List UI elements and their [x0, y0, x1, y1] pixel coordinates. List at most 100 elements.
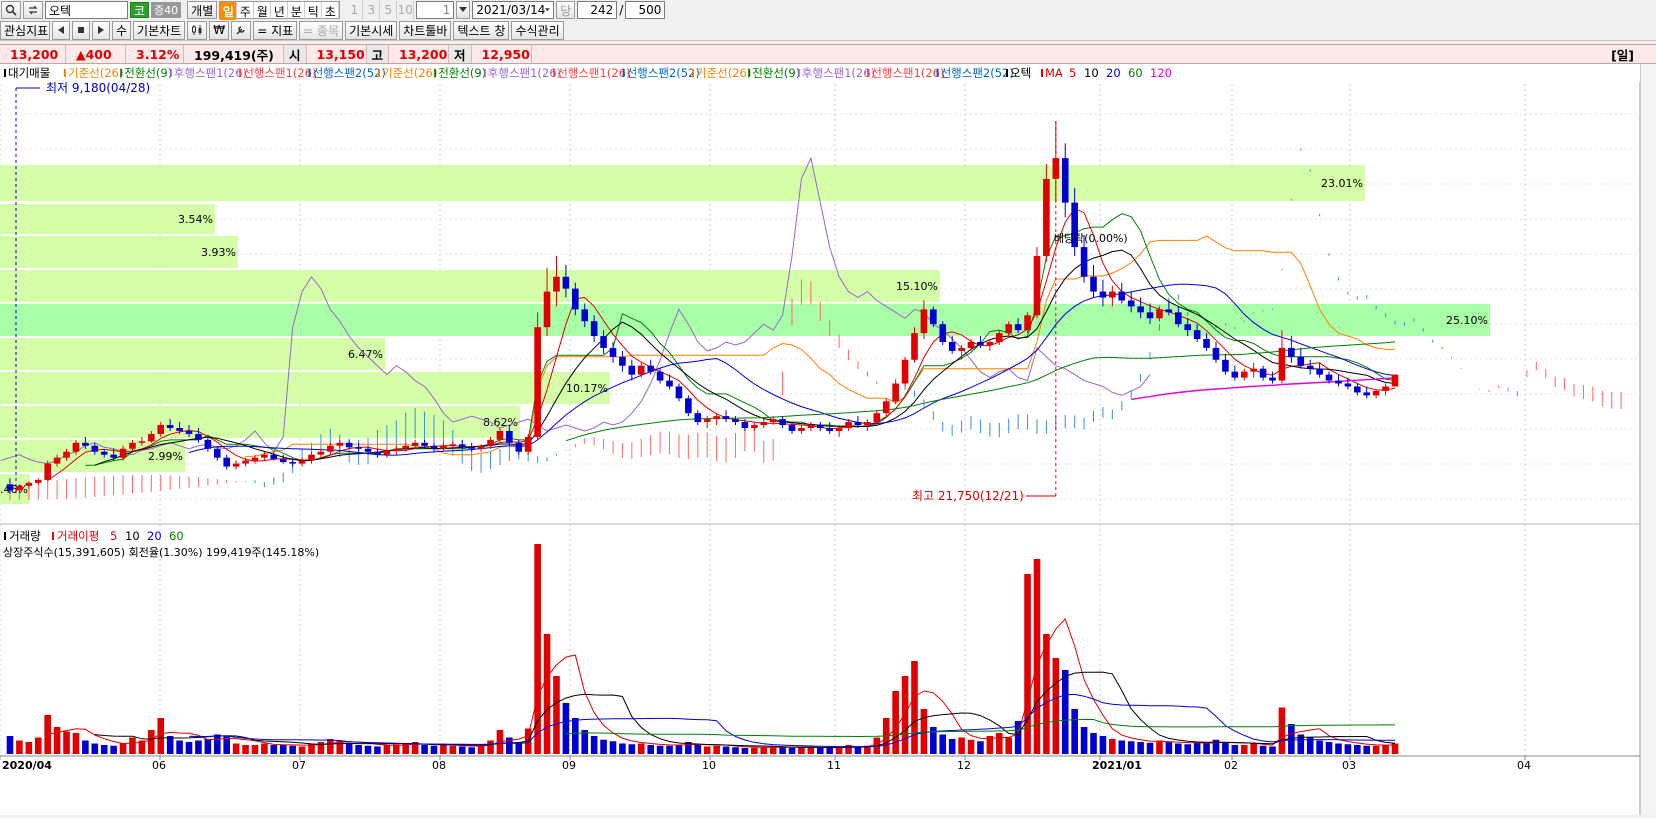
candle-body	[920, 309, 928, 334]
volume-bar	[722, 746, 730, 754]
candle-body	[1005, 324, 1013, 334]
period-tick[interactable]: 틱	[305, 2, 323, 20]
volume-bar	[468, 747, 475, 754]
refresh-icon[interactable]	[23, 1, 43, 19]
volume-bar	[637, 743, 645, 754]
volume-bar	[1118, 740, 1126, 754]
candle-body	[383, 450, 391, 455]
interval-1[interactable]: 1	[346, 1, 364, 19]
stock-chart[interactable]: 23.01%3.54%3.93%15.10%25.10%6.47%10.17%8…	[0, 64, 1656, 815]
volume-bar	[609, 741, 617, 754]
scroll-left-icon[interactable]	[52, 20, 70, 40]
volume-bar	[213, 734, 221, 754]
stock-item-button[interactable]: = 종목	[299, 20, 344, 40]
volume-bar	[345, 743, 353, 754]
period-second[interactable]: 초	[322, 2, 340, 20]
supply-zone	[0, 270, 940, 302]
su-button[interactable]: 수	[112, 20, 132, 40]
candle-body	[1382, 386, 1389, 391]
basic-chart-button[interactable]: 기본차트	[133, 20, 186, 40]
period-week[interactable]: 주	[237, 2, 255, 20]
candle-body	[930, 309, 937, 325]
stock-name-text: 오텍	[49, 3, 72, 18]
volume-bar	[1005, 737, 1013, 754]
volume-bar	[289, 745, 296, 754]
candle-body	[1325, 374, 1333, 381]
volume-ma-period: 20	[147, 529, 162, 543]
candle-body	[1193, 330, 1201, 340]
low-price: 12,950	[472, 45, 532, 63]
period-minute[interactable]: 분	[288, 2, 306, 20]
trade-volume: 199,419(주)	[184, 45, 284, 63]
interval-5[interactable]: 5	[380, 1, 398, 19]
candle-type-icon[interactable]	[187, 20, 208, 40]
candle-body	[1061, 158, 1069, 203]
chart-toolbar: 관심지표 수 기본차트 ₩ = 지표 = 종목 기본시세 차트툴바 텍스트 창 …	[0, 20, 1656, 41]
volume-ma-line	[565, 718, 1395, 738]
candle-body	[1118, 291, 1126, 301]
candle-body	[204, 439, 212, 449]
period-day[interactable]: 일	[220, 2, 238, 20]
stop-icon[interactable]	[72, 20, 90, 40]
indicator-button[interactable]: = 지표	[253, 20, 298, 40]
candle-body	[892, 383, 899, 402]
candle-body	[543, 291, 551, 328]
legend-swatch	[120, 69, 123, 77]
volume-bar	[261, 743, 268, 754]
price-summary-bar: 13,200 ▲400 3.12% 199,419(주) 시 13,150 고 …	[0, 44, 1656, 64]
period-month[interactable]: 월	[254, 2, 272, 20]
candle-body	[298, 460, 306, 464]
chart-area[interactable]: 23.01% 3.54% 3.93% 15.10% 25.10% 6.47% 10.17% 8…	[0, 64, 1656, 815]
candle-body	[1269, 377, 1276, 381]
dang-button[interactable]: 당	[556, 1, 576, 19]
interval-dropdown-chevron-down-icon[interactable]	[456, 1, 471, 19]
x-axis-label: 06	[152, 759, 166, 772]
supply-zone-pct: 23.01%	[1321, 177, 1363, 190]
candle-body	[1278, 347, 1286, 381]
high-annotation: 최고 21,750(12/21)	[912, 489, 1024, 503]
candle-body	[656, 371, 664, 381]
volume-bar	[1137, 742, 1144, 754]
volume-bar	[1372, 745, 1380, 754]
interval-10[interactable]: 10	[397, 1, 415, 19]
candle-body	[515, 442, 523, 452]
interval-buttons: 1 3 5 10	[346, 1, 415, 19]
candle-body	[289, 462, 296, 464]
interval-3[interactable]: 3	[363, 1, 381, 19]
candle-body	[506, 430, 513, 443]
candle-body	[1156, 309, 1163, 319]
scroll-right-icon[interactable]	[92, 20, 110, 40]
volume-bar	[421, 745, 428, 754]
count-input[interactable]: 242	[577, 1, 618, 19]
basic-quote-button[interactable]: 기본시세	[345, 20, 398, 40]
formula-mgmt-button[interactable]: 수식관리	[511, 20, 564, 40]
individual-button[interactable]: 개별	[187, 1, 218, 19]
candle-body	[685, 398, 692, 414]
search-icon[interactable]	[1, 1, 21, 19]
volume-bar	[572, 718, 579, 754]
candle-body	[1127, 300, 1135, 307]
wrench-icon[interactable]	[231, 20, 252, 40]
stock-name-input[interactable]: 오텍	[45, 1, 128, 19]
date-input[interactable]: 2021/03/14	[472, 1, 555, 19]
volume-bar	[534, 544, 541, 754]
volume-bar	[1099, 736, 1107, 754]
open-price: 13,150	[307, 45, 367, 63]
interval-input[interactable]: 1	[416, 1, 455, 19]
total-input[interactable]: 500	[625, 1, 666, 19]
volume-bar	[44, 715, 51, 754]
watch-indicators-button[interactable]: 관심지표	[0, 20, 50, 40]
candle-body	[826, 428, 833, 431]
chart-toolbar-button[interactable]: 차트툴바	[399, 20, 452, 40]
period-year[interactable]: 년	[271, 2, 289, 20]
x-axis-label: 11	[827, 759, 841, 772]
count-input-value: 242	[590, 3, 614, 17]
won-currency-button[interactable]: ₩	[209, 20, 230, 40]
candle-body	[1043, 178, 1050, 256]
volume-ma-line	[94, 671, 1396, 749]
x-axis-label: 08	[432, 759, 446, 772]
text-window-button[interactable]: 텍스트 창	[453, 20, 510, 40]
candle-body	[270, 454, 278, 460]
candle-body	[911, 333, 918, 360]
volume-bar	[383, 745, 391, 754]
